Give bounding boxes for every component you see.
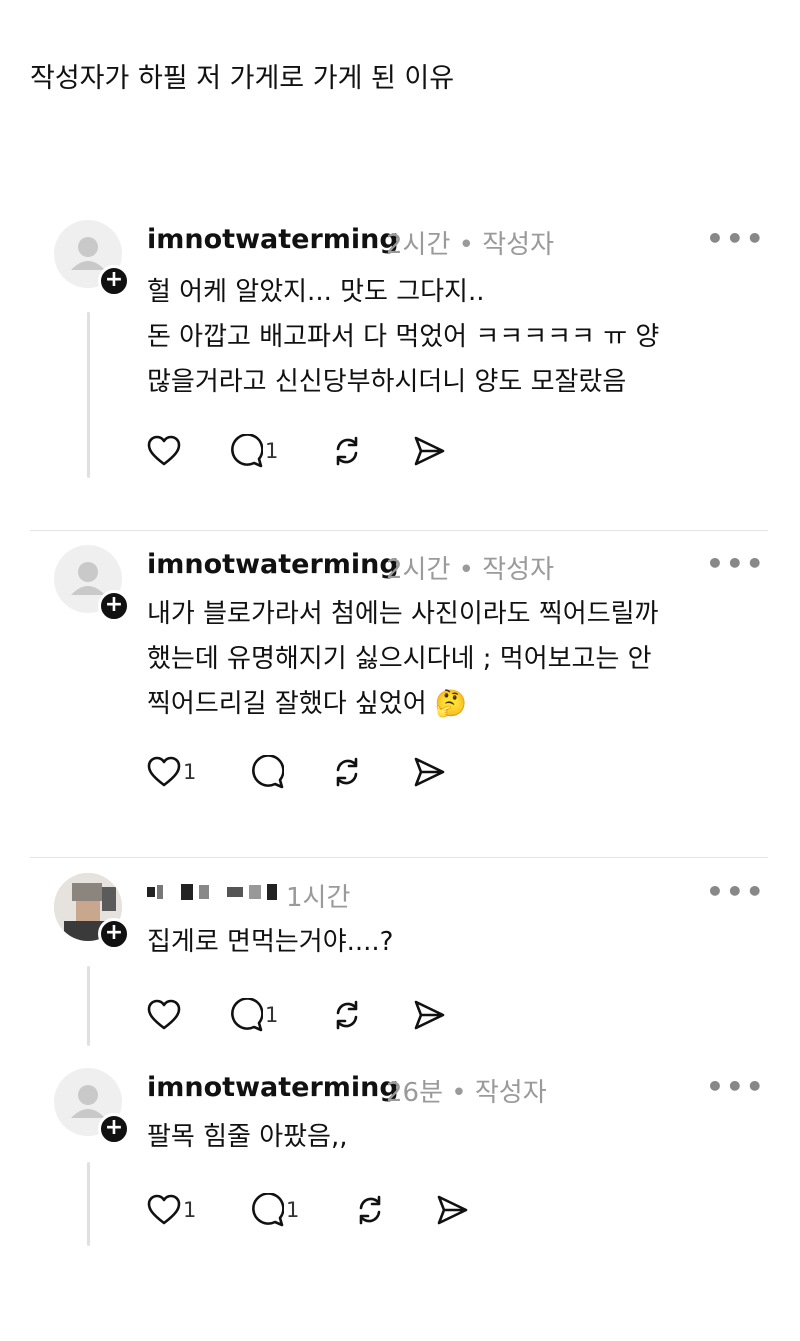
username-redacted bbox=[147, 877, 277, 907]
comment-body: 집게로 면먹는거야....? bbox=[147, 927, 394, 957]
reply-button[interactable]: 1 bbox=[250, 1190, 299, 1230]
reply-button[interactable]: 1 bbox=[229, 995, 278, 1035]
username[interactable]: imnotwaterming bbox=[147, 1072, 399, 1103]
repost-button[interactable] bbox=[330, 995, 364, 1035]
heart-icon bbox=[147, 999, 181, 1030]
comment-icon bbox=[252, 1193, 284, 1227]
reply-button[interactable] bbox=[250, 752, 286, 792]
comment-body: 팔목 힘줄 아팠음,, bbox=[147, 1122, 348, 1152]
repost-button[interactable] bbox=[330, 431, 364, 471]
share-button[interactable] bbox=[412, 431, 446, 471]
username[interactable]: imnotwaterming bbox=[147, 224, 399, 255]
share-button[interactable] bbox=[412, 752, 446, 792]
comment-icon bbox=[252, 755, 284, 789]
like-count: 1 bbox=[183, 1198, 197, 1222]
thread-line bbox=[87, 312, 90, 478]
comment-meta: 26분 • 작성자 bbox=[386, 1078, 547, 1108]
send-icon bbox=[414, 757, 445, 787]
repost-icon bbox=[336, 436, 358, 466]
share-button[interactable] bbox=[412, 995, 446, 1035]
send-icon bbox=[437, 1195, 468, 1225]
username[interactable]: imnotwaterming bbox=[147, 549, 399, 580]
repost-button[interactable] bbox=[353, 1190, 387, 1230]
comment-body: 내가 블로가라서 첨에는 사진이라도 찍어드릴까 했는데 유명해지기 싫으시다네… bbox=[147, 599, 659, 719]
post-title: 작성자가 하필 저 가게로 가게 된 이유 bbox=[30, 63, 455, 94]
thread-line bbox=[87, 1162, 90, 1246]
more-icon[interactable]: ••• bbox=[706, 1070, 766, 1103]
more-icon[interactable]: ••• bbox=[706, 547, 766, 580]
follow-plus-icon[interactable]: + bbox=[98, 590, 130, 622]
divider bbox=[30, 857, 768, 858]
reply-count: 1 bbox=[286, 1198, 300, 1222]
like-button[interactable] bbox=[147, 995, 183, 1035]
like-button[interactable]: 1 bbox=[147, 1190, 196, 1230]
heart-icon bbox=[147, 1194, 181, 1225]
comment-meta: 2시간 • 작성자 bbox=[386, 555, 555, 585]
comment-icon bbox=[231, 998, 263, 1032]
reply-count: 1 bbox=[265, 439, 279, 463]
repost-icon bbox=[336, 757, 358, 787]
more-icon[interactable]: ••• bbox=[706, 222, 766, 255]
send-icon bbox=[414, 436, 445, 466]
divider bbox=[30, 530, 768, 531]
repost-icon bbox=[336, 1000, 358, 1030]
heart-icon bbox=[147, 756, 181, 787]
follow-plus-icon[interactable]: + bbox=[98, 1113, 130, 1145]
like-count: 1 bbox=[183, 760, 197, 784]
more-icon[interactable]: ••• bbox=[706, 875, 766, 908]
send-icon bbox=[414, 1000, 445, 1030]
thread-line bbox=[87, 966, 90, 1046]
follow-plus-icon[interactable]: + bbox=[98, 918, 130, 950]
comment-icon bbox=[231, 434, 263, 468]
reply-count: 1 bbox=[265, 1003, 279, 1027]
comment-body: 헐 어케 알았지... 맛도 그다지.. 돈 아깝고 배고파서 다 먹었어 ㅋㅋ… bbox=[147, 277, 660, 397]
like-button[interactable] bbox=[147, 431, 183, 471]
share-button[interactable] bbox=[435, 1190, 469, 1230]
reply-button[interactable]: 1 bbox=[229, 431, 278, 471]
follow-plus-icon[interactable]: + bbox=[98, 265, 130, 297]
repost-icon bbox=[359, 1195, 381, 1225]
comment-meta: 1시간 bbox=[286, 883, 351, 913]
comment-meta: 2시간 • 작성자 bbox=[386, 230, 555, 260]
repost-button[interactable] bbox=[330, 752, 364, 792]
heart-icon bbox=[147, 435, 181, 466]
like-button[interactable]: 1 bbox=[147, 752, 196, 792]
